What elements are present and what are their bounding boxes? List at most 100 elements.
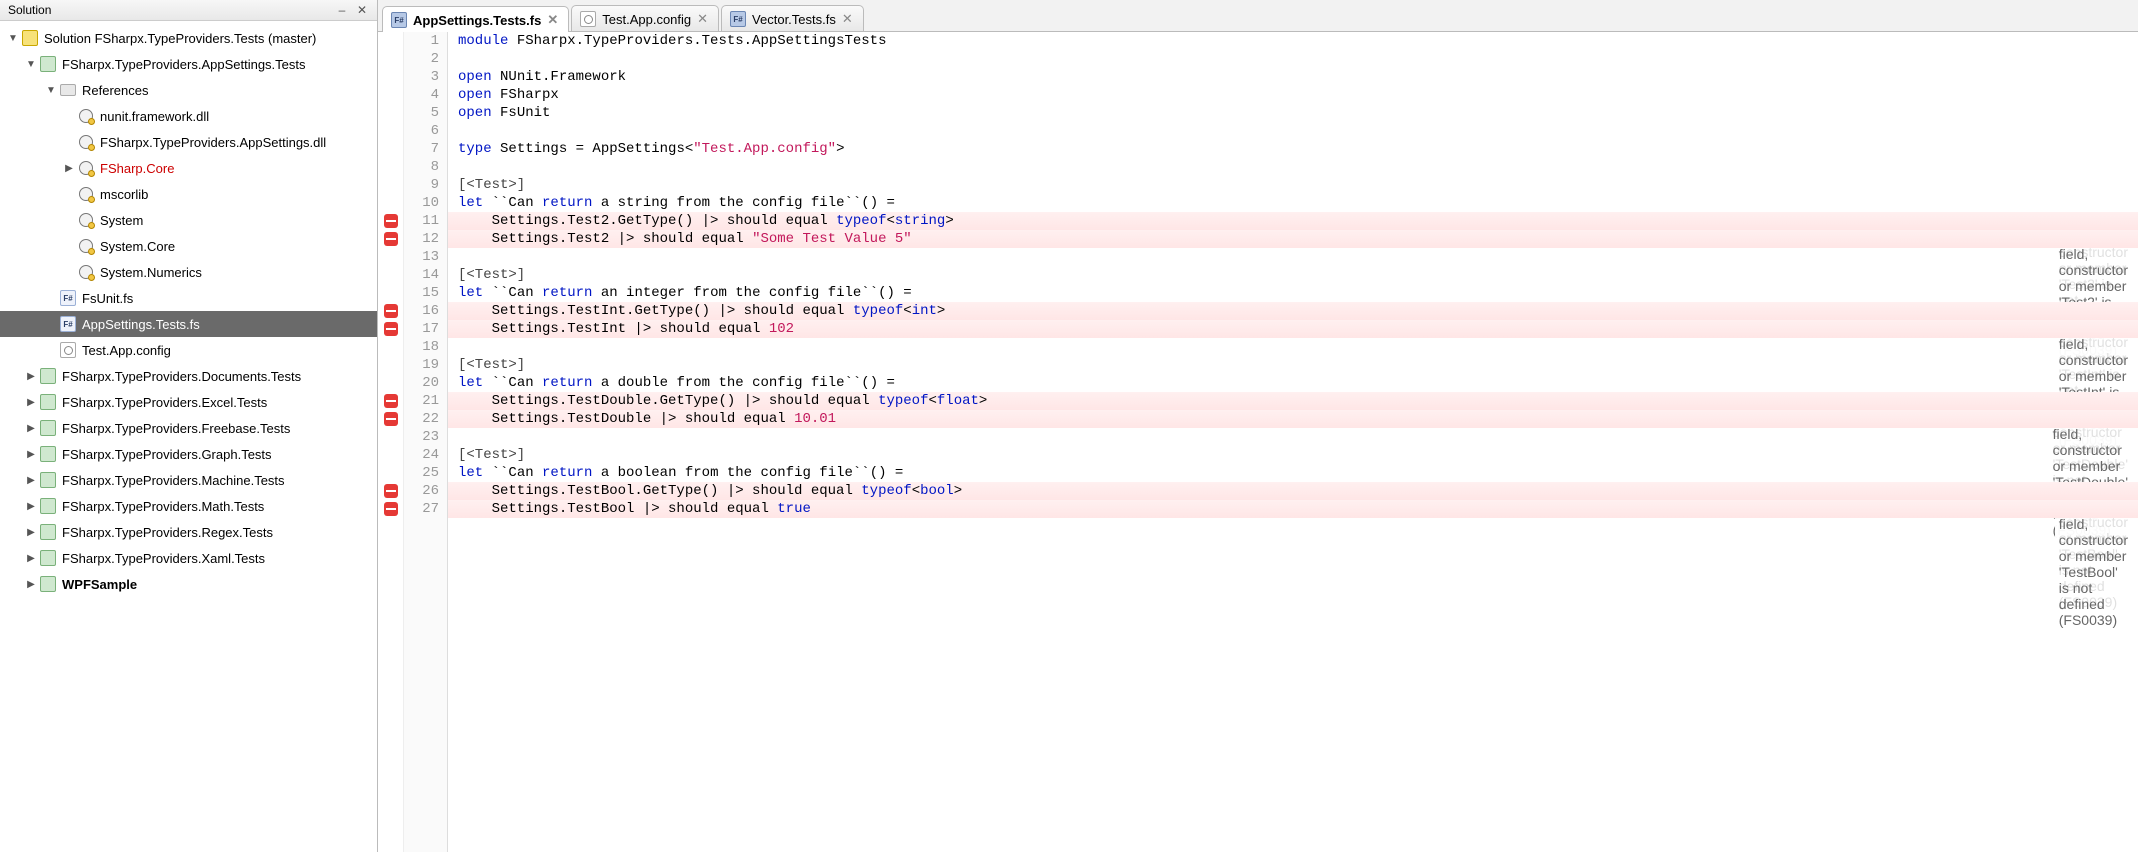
code-line[interactable]: module FSharpx.TypeProviders.Tests.AppSe…	[448, 32, 2138, 50]
tree-item-label: FSharpx.TypeProviders.Xaml.Tests	[62, 551, 265, 566]
tree-item-nunit-framework-dll[interactable]: nunit.framework.dll	[0, 103, 377, 129]
tree-item-test-app-config[interactable]: Test.App.config	[0, 337, 377, 363]
tree-item-fsharpx-typeproviders-appsettings-dll[interactable]: FSharpx.TypeProviders.AppSettings.dll	[0, 129, 377, 155]
tree-item-fsharpx-typeproviders-graph-tests[interactable]: ▶FSharpx.TypeProviders.Graph.Tests	[0, 441, 377, 467]
solution-tree[interactable]: ▼ Solution FSharpx.TypeProviders.Tests (…	[0, 21, 377, 852]
chevron-right-icon[interactable]: ▶	[24, 423, 38, 434]
minimize-icon[interactable]: –	[335, 3, 349, 17]
code-line[interactable]	[448, 50, 2138, 68]
code-line[interactable]: Settings.TestDouble |> should equal 10.0…	[448, 410, 2138, 428]
code-line[interactable]: [<Test>]	[448, 446, 2138, 464]
tree-item-fsharpx-typeproviders-documents-tests[interactable]: ▶FSharpx.TypeProviders.Documents.Tests	[0, 363, 377, 389]
tree-item-system-core[interactable]: System.Core	[0, 233, 377, 259]
error-marker-slot	[378, 86, 403, 104]
tree-item-system-numerics[interactable]: System.Numerics	[0, 259, 377, 285]
line-number: 24	[404, 446, 439, 464]
chevron-right-icon[interactable]: ▶	[62, 163, 76, 174]
code-line[interactable]: Settings.TestInt |> should equal 102	[448, 320, 2138, 338]
error-marker-icon[interactable]	[384, 304, 398, 318]
error-marker-icon[interactable]	[384, 502, 398, 516]
project-icon	[38, 549, 58, 567]
code-line[interactable]: Settings.TestInt.GetType() |> should equ…	[448, 302, 2138, 320]
tree-item-appsettings-tests-fs[interactable]: F#AppSettings.Tests.fs	[0, 311, 377, 337]
code-line[interactable]: type Settings = AppSettings<"Test.App.co…	[448, 140, 2138, 158]
chevron-right-icon[interactable]: ▶	[24, 501, 38, 512]
code-editor[interactable]: 1234567891011121314151617181920212223242…	[378, 32, 2138, 852]
tree-item-mscorlib[interactable]: mscorlib	[0, 181, 377, 207]
error-marker-icon[interactable]	[384, 394, 398, 408]
error-marker-slot	[378, 410, 403, 428]
code-line[interactable]	[448, 158, 2138, 176]
tree-item-references[interactable]: ▼References	[0, 77, 377, 103]
code-line[interactable]: open FsUnit	[448, 104, 2138, 122]
code-line[interactable]: [<Test>]	[448, 266, 2138, 284]
error-marker-slot	[378, 32, 403, 50]
code-line[interactable]: let ``Can return an integer from the con…	[448, 284, 2138, 302]
code-line[interactable]	[448, 338, 2138, 356]
code-line[interactable]: Settings.Test2.GetType() |> should equal…	[448, 212, 2138, 230]
tree-item-fsharpx-typeproviders-machine-tests[interactable]: ▶FSharpx.TypeProviders.Machine.Tests	[0, 467, 377, 493]
config-file-icon	[580, 11, 596, 27]
tree-item-fsharpx-typeproviders-math-tests[interactable]: ▶FSharpx.TypeProviders.Math.Tests	[0, 493, 377, 519]
chevron-right-icon[interactable]: ▶	[24, 553, 38, 564]
line-number: 26	[404, 482, 439, 500]
error-marker-icon[interactable]	[384, 484, 398, 498]
tree-item-fsunit-fs[interactable]: F#FsUnit.fs	[0, 285, 377, 311]
chevron-right-icon[interactable]: ▶	[24, 475, 38, 486]
project-icon	[38, 523, 58, 541]
cfg-icon	[58, 341, 78, 359]
code-line[interactable]: let ``Can return a boolean from the conf…	[448, 464, 2138, 482]
tree-item-system[interactable]: System	[0, 207, 377, 233]
chevron-right-icon[interactable]: ▶	[24, 527, 38, 538]
chevron-right-icon[interactable]: ▶	[24, 449, 38, 460]
code-body[interactable]: ~~~~The field, constructor or member 'Te…	[448, 32, 2138, 852]
close-icon[interactable]: ✕	[355, 3, 369, 17]
tab-label: AppSettings.Tests.fs	[413, 13, 541, 28]
tab-appsettings-tests-fs[interactable]: F#AppSettings.Tests.fs✕	[382, 6, 569, 32]
code-line[interactable]: Settings.TestBool.GetType() |> should eq…	[448, 482, 2138, 500]
chevron-down-icon[interactable]: ▼	[44, 85, 58, 96]
tree-item-fsharp-core[interactable]: ▶FSharp.Core	[0, 155, 377, 181]
tree-item-fsharpx-typeproviders-excel-tests[interactable]: ▶ FSharpx.TypeProviders.Excel.Tests	[0, 389, 377, 415]
solution-node[interactable]: ▼ Solution FSharpx.TypeProviders.Tests (…	[0, 25, 377, 51]
error-marker-icon[interactable]	[384, 232, 398, 246]
tree-item-fsharpx-typeproviders-freebase-tests[interactable]: ▶FSharpx.TypeProviders.Freebase.Tests	[0, 415, 377, 441]
tab-label: Vector.Tests.fs	[752, 12, 836, 27]
close-icon[interactable]: ✕	[697, 11, 708, 27]
close-icon[interactable]: ✕	[547, 12, 558, 28]
code-line[interactable]: let ``Can return a double from the confi…	[448, 374, 2138, 392]
line-number: 21	[404, 392, 439, 410]
code-line[interactable]	[448, 122, 2138, 140]
code-line[interactable]	[448, 428, 2138, 446]
line-number: 4	[404, 86, 439, 104]
error-marker-icon[interactable]	[384, 412, 398, 426]
code-line[interactable]: [<Test>]	[448, 176, 2138, 194]
tab-vector-tests-fs[interactable]: F#Vector.Tests.fs✕	[721, 5, 864, 31]
tab-test-app-config[interactable]: Test.App.config✕	[571, 5, 719, 31]
code-line[interactable]: open NUnit.Framework	[448, 68, 2138, 86]
chevron-right-icon[interactable]: ▶	[24, 579, 38, 590]
tree-item-wpfsample[interactable]: ▶WPFSample	[0, 571, 377, 597]
code-line[interactable]: open FSharpx	[448, 86, 2138, 104]
code-line[interactable]: Settings.TestDouble.GetType() |> should …	[448, 392, 2138, 410]
chevron-right-icon[interactable]: ▶	[24, 371, 38, 382]
error-marker-slot	[378, 68, 403, 86]
ref-icon	[76, 185, 96, 203]
tree-item-fsharpx-typeproviders-appsettings-tests[interactable]: ▼FSharpx.TypeProviders.AppSettings.Tests	[0, 51, 377, 77]
tree-item-fsharpx-typeproviders-xaml-tests[interactable]: ▶ FSharpx.TypeProviders.Xaml.Tests	[0, 545, 377, 571]
tree-item-label: FSharpx.TypeProviders.Excel.Tests	[62, 395, 267, 410]
code-line[interactable]: Settings.Test2 |> should equal "Some Tes…	[448, 230, 2138, 248]
chevron-right-icon[interactable]: ▶	[24, 397, 38, 408]
error-marker-slot	[378, 464, 403, 482]
tree-item-fsharpx-typeproviders-regex-tests[interactable]: ▶FSharpx.TypeProviders.Regex.Tests	[0, 519, 377, 545]
line-number: 18	[404, 338, 439, 356]
chevron-down-icon[interactable]: ▼	[24, 59, 38, 70]
code-line[interactable]: let ``Can return a string from the confi…	[448, 194, 2138, 212]
code-line[interactable]: Settings.TestBool |> should equal true	[448, 500, 2138, 518]
close-icon[interactable]: ✕	[842, 11, 853, 27]
code-line[interactable]	[448, 248, 2138, 266]
code-line[interactable]: [<Test>]	[448, 356, 2138, 374]
chevron-down-icon[interactable]: ▼	[6, 33, 20, 44]
error-marker-icon[interactable]	[384, 322, 398, 336]
error-marker-icon[interactable]	[384, 214, 398, 228]
